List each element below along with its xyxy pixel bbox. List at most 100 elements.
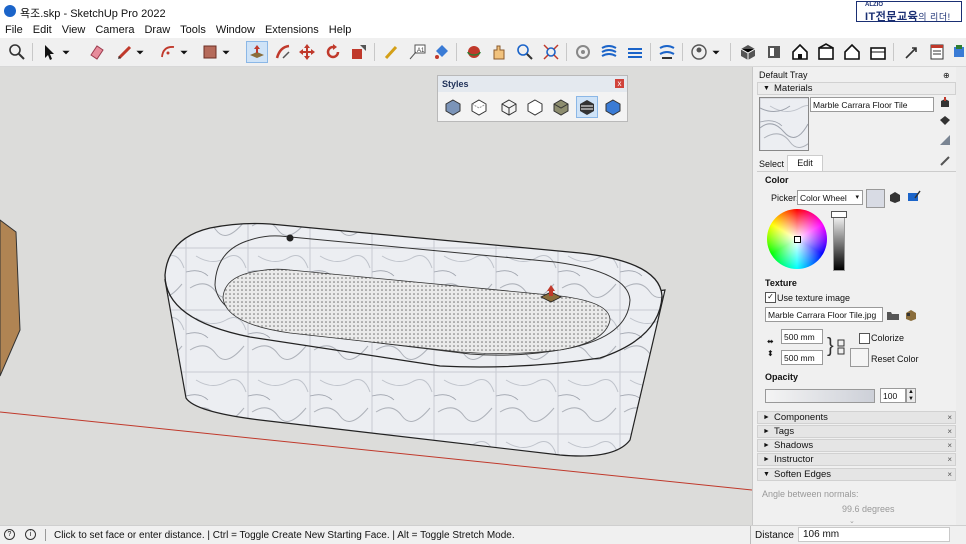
menu-view[interactable]: View [57,22,91,38]
texture-width-input[interactable]: 500 mm [781,329,823,344]
move-icon[interactable] [296,41,318,63]
paint-bucket-icon[interactable] [430,41,452,63]
instructor-header[interactable]: ► Instructor × [757,453,956,466]
link-icon[interactable] [837,339,845,355]
geo-location-icon[interactable]: ? [4,529,15,540]
eyedropper-icon[interactable] [939,155,951,167]
close-icon[interactable]: × [947,426,952,438]
scroll-down-icon[interactable]: ⌄ [849,517,855,525]
menu-window[interactable]: Window [211,22,260,38]
texture-file-input[interactable]: Marble Carrara Floor Tile.jpg [765,307,883,322]
distance-input[interactable]: 106 mm [798,527,950,542]
extension-2-icon[interactable] [948,41,966,63]
color-wheel[interactable] [767,209,827,269]
material-swatch[interactable] [759,97,809,151]
browse-folder-icon[interactable] [886,309,900,321]
close-icon[interactable]: × [947,440,952,452]
sample-paint-icon[interactable] [939,134,951,146]
picker-select[interactable]: Color Wheel ▾ [797,190,863,205]
match-color-screen-icon[interactable] [907,190,921,204]
match-color-model-icon[interactable] [888,190,902,204]
chevron-down-icon[interactable] [178,41,190,63]
tape-measure-icon[interactable] [380,41,402,63]
monochrome-icon[interactable] [602,96,624,118]
reset-color-swatch[interactable] [850,348,869,367]
sandbox-flip-icon[interactable] [656,41,678,63]
brightness-slider-handle[interactable] [831,211,847,218]
zoom-tool-icon[interactable] [514,41,536,63]
chevron-down-icon[interactable] [710,41,722,63]
sandbox-drape-icon[interactable] [598,41,620,63]
close-icon[interactable]: x [615,79,624,88]
close-icon[interactable]: × [947,412,952,424]
eraser-icon[interactable] [86,41,108,63]
wireframe-icon[interactable] [498,96,520,118]
shadows-header[interactable]: ► Shadows × [757,439,956,452]
right-view-icon[interactable] [815,41,837,63]
reset-color-label[interactable]: Reset Color [871,354,919,364]
extension-icon[interactable] [926,41,948,63]
push-pull-icon[interactable] [246,41,268,63]
scale-icon[interactable] [348,41,370,63]
menu-edit[interactable]: Edit [28,22,57,38]
chevron-down-icon[interactable] [60,41,72,63]
menu-help[interactable]: Help [324,22,357,38]
pin-icon[interactable]: ⊕ [943,69,950,82]
pan-icon[interactable] [488,41,510,63]
materials-header[interactable]: ▼ Materials [757,82,956,95]
select-icon[interactable] [38,41,60,63]
zoom-icon[interactable] [6,41,28,63]
opacity-stepper[interactable]: ▲ ▼ [906,388,916,403]
tab-edit[interactable]: Edit [787,155,823,172]
create-material-icon[interactable] [939,97,951,109]
orbit-icon[interactable] [463,41,485,63]
menu-tools[interactable]: Tools [175,22,211,38]
hidden-line-icon[interactable] [524,96,546,118]
current-color-swatch[interactable] [866,189,885,208]
styles-panel-header[interactable]: Styles x [438,76,627,92]
warehouse-icon[interactable] [900,41,922,63]
follow-me-icon[interactable] [272,41,294,63]
sandbox-stamp-icon[interactable] [624,41,646,63]
rotate-icon[interactable] [322,41,344,63]
tab-select[interactable]: Select [759,159,784,169]
soften-edges-header[interactable]: ▼ Soften Edges × [757,468,956,481]
back-edges-icon[interactable] [468,96,490,118]
top-view-icon[interactable] [763,41,785,63]
shape-icon[interactable] [199,41,221,63]
sandbox-icon[interactable] [572,41,594,63]
chevron-down-icon[interactable] [220,41,232,63]
components-header[interactable]: ► Components × [757,411,956,424]
opacity-slider[interactable] [765,389,875,403]
close-icon[interactable]: × [947,469,952,481]
left-view-icon[interactable] [867,41,889,63]
iso-view-icon[interactable] [737,41,759,63]
texture-height-input[interactable]: 500 mm [781,350,823,365]
tags-header[interactable]: ► Tags × [757,425,956,438]
shaded-icon[interactable] [550,96,572,118]
tray-scrollbar[interactable] [956,67,966,525]
info-icon[interactable]: i [25,529,36,540]
pencil-icon[interactable] [114,41,136,63]
opacity-input[interactable]: 100 [880,388,906,403]
menu-extensions[interactable]: Extensions [260,22,324,38]
use-texture-checkbox[interactable]: ✓ [765,292,776,303]
brightness-slider[interactable] [833,213,845,271]
menu-file[interactable]: File [0,22,28,38]
paint-bucket-icon[interactable] [939,115,951,127]
chevron-down-icon[interactable] [134,41,146,63]
arc-icon[interactable] [157,41,179,63]
close-icon[interactable]: × [947,454,952,466]
colorize-checkbox[interactable] [859,333,870,344]
menu-camera[interactable]: Camera [90,22,139,38]
profile-icon[interactable] [688,41,710,63]
zoom-extents-icon[interactable] [540,41,562,63]
back-view-icon[interactable] [841,41,863,63]
shaded-textures-icon[interactable] [576,96,598,118]
xray-icon[interactable] [442,96,464,118]
menu-draw[interactable]: Draw [139,22,175,38]
edit-texture-icon[interactable] [904,308,918,322]
front-view-icon[interactable] [789,41,811,63]
3d-viewport[interactable] [0,67,752,525]
text-icon[interactable]: A1 [406,41,428,63]
